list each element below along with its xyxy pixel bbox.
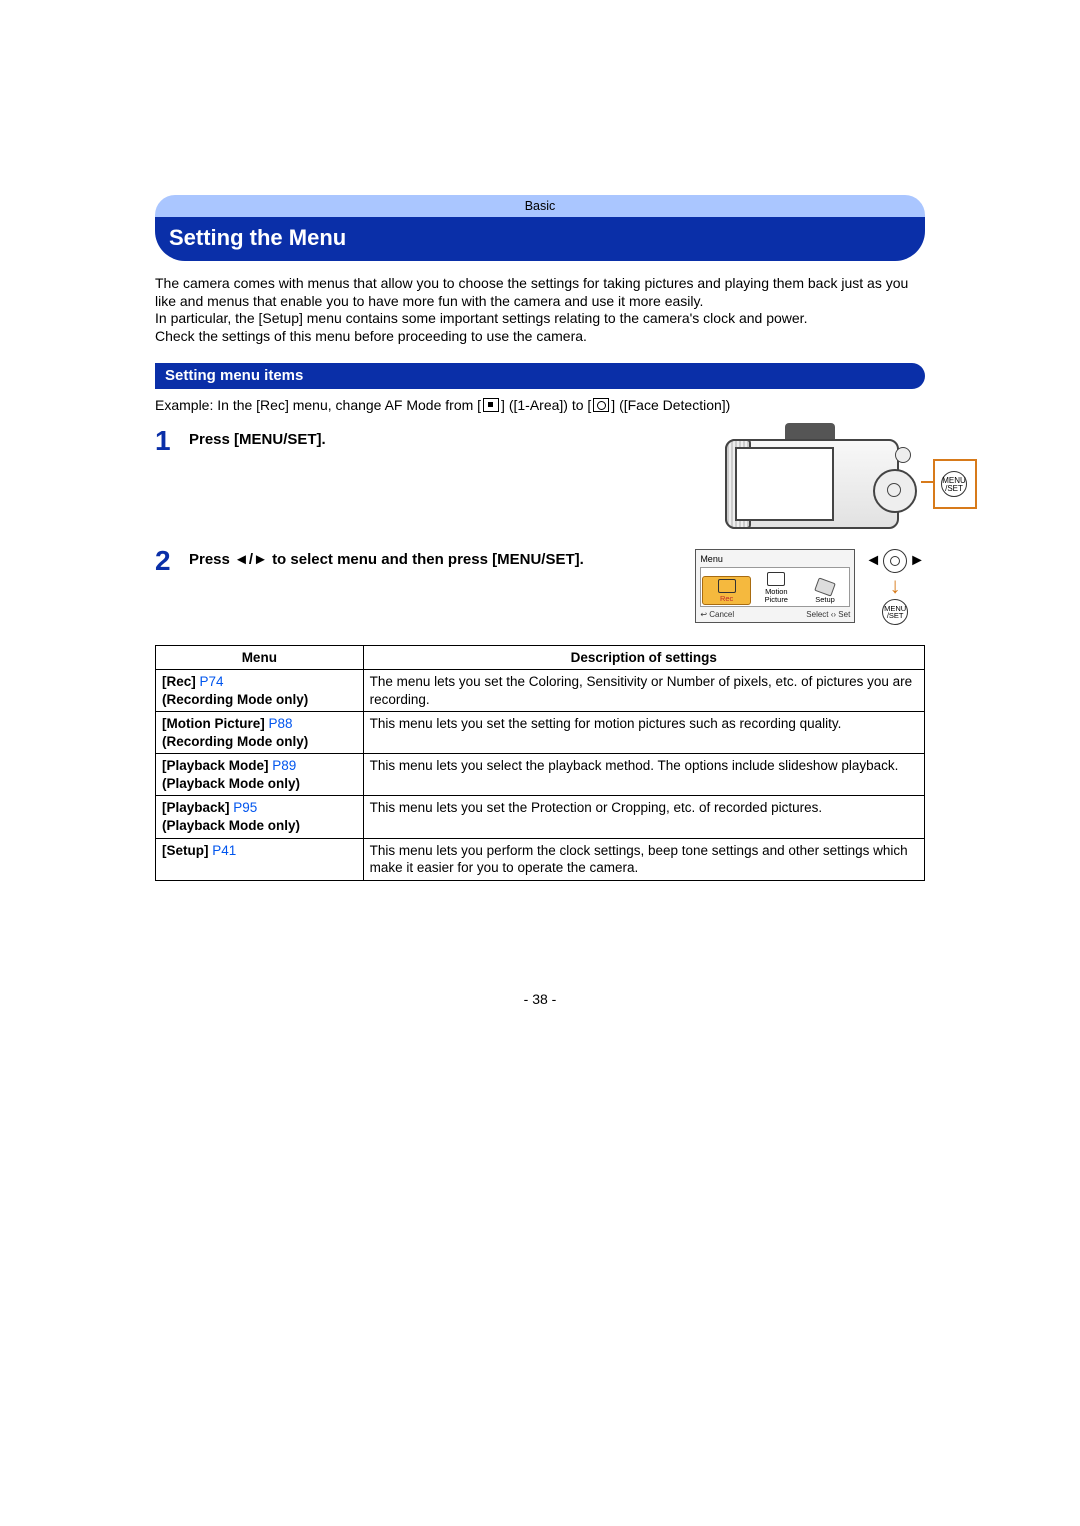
example-line: Example: In the [Rec] menu, change AF Mo… (155, 397, 925, 413)
subheading: Setting menu items (155, 363, 925, 389)
dpad-icon (883, 549, 907, 573)
th-desc: Description of settings (363, 645, 924, 670)
example-mid1: ] ([1-Area]) to [ (501, 397, 591, 413)
step-2: 2 Press ◄/► to select menu and then pres… (155, 549, 925, 625)
row0-menu: [Rec] (162, 674, 200, 689)
camera-drawing: MENU /SET (725, 429, 925, 529)
row4-menu: [Setup] (162, 843, 212, 858)
menu-screen: Menu Rec Motion Picture Setup (695, 549, 855, 623)
intro-p2: In particular, the [Setup] menu contains… (155, 310, 807, 326)
menu-set-callout: MENU /SET (933, 459, 977, 509)
menu-set-button-icon: MENU /SET (941, 471, 967, 497)
row0-note: (Recording Mode only) (162, 692, 308, 707)
table-row: [Playback] P95 (Playback Mode only) This … (156, 796, 925, 838)
row3-link[interactable]: P95 (233, 800, 257, 815)
page-title: Setting the Menu (155, 217, 925, 261)
menu-rec-icon: Rec (702, 576, 751, 606)
left-arrow-icon: ◄ (865, 552, 881, 570)
step-1: 1 Press [MENU/SET]. MENU /SET (155, 429, 925, 529)
row2-menu: [Playback Mode] (162, 758, 272, 773)
th-menu: Menu (156, 645, 364, 670)
table-row: [Rec] P74 (Recording Mode only) The menu … (156, 670, 925, 712)
row2-note: (Playback Mode only) (162, 776, 300, 791)
row2-desc: This menu lets you select the playback m… (363, 754, 924, 796)
menu-setup-icon: Setup (804, 580, 847, 604)
right-arrow-icon: ► (909, 552, 925, 570)
down-arrow-icon: ↓ (890, 577, 901, 595)
menu-setup-label: Setup (815, 595, 835, 604)
table-row: [Setup] P41 This menu lets you perform t… (156, 838, 925, 880)
step-2-text: Press ◄/► to select menu and then press … (189, 549, 681, 570)
menu-motion-icon: Motion Picture (755, 572, 798, 603)
example-prefix: Example: In the [Rec] menu, change AF Mo… (155, 397, 481, 413)
face-detect-icon (593, 398, 609, 412)
menu-motion-label: Motion Picture (765, 587, 788, 604)
table-header-row: Menu Description of settings (156, 645, 925, 670)
menu-cancel: ↩ Cancel (700, 610, 734, 619)
row3-menu: [Playback] (162, 800, 233, 815)
table-row: [Motion Picture] P88 (Recording Mode only… (156, 712, 925, 754)
row3-note: (Playback Mode only) (162, 818, 300, 833)
intro-p1: The camera comes with menus that allow y… (155, 275, 908, 309)
step-1-number: 1 (155, 427, 189, 455)
intro-p3: Check the settings of this menu before p… (155, 328, 587, 344)
row1-note: (Recording Mode only) (162, 734, 308, 749)
one-area-icon (483, 398, 499, 412)
nav-indicator: ◄ ► ↓ MENU /SET (865, 549, 925, 625)
step-2-illustration: Menu Rec Motion Picture Setup (695, 549, 925, 625)
step-1-illustration: MENU /SET (725, 429, 925, 529)
step-2-number: 2 (155, 547, 189, 575)
intro-text: The camera comes with menus that allow y… (155, 275, 925, 345)
section-label: Basic (155, 195, 925, 217)
row1-link[interactable]: P88 (269, 716, 293, 731)
menu-set-small-icon: MENU /SET (882, 599, 908, 625)
menu-screen-title: Menu (700, 554, 850, 564)
row4-desc: This menu lets you perform the clock set… (363, 838, 924, 880)
row0-link[interactable]: P74 (200, 674, 224, 689)
page-number: - 38 - (155, 991, 925, 1007)
row1-desc: This menu lets you set the setting for m… (363, 712, 924, 754)
menu-rec-label: Rec (720, 594, 733, 603)
example-mid2: ] ([Face Detection]) (611, 397, 730, 413)
row3-desc: This menu lets you set the Protection or… (363, 796, 924, 838)
menu-table: Menu Description of settings [Rec] P74 (R… (155, 645, 925, 881)
step-1-text: Press [MENU/SET]. (189, 429, 711, 450)
row0-desc: The menu lets you set the Coloring, Sens… (363, 670, 924, 712)
row2-link[interactable]: P89 (272, 758, 296, 773)
row4-link[interactable]: P41 (212, 843, 236, 858)
menu-select: Select ‹› Set (806, 610, 850, 619)
row1-menu: [Motion Picture] (162, 716, 269, 731)
table-row: [Playback Mode] P89(Playback Mode only) … (156, 754, 925, 796)
